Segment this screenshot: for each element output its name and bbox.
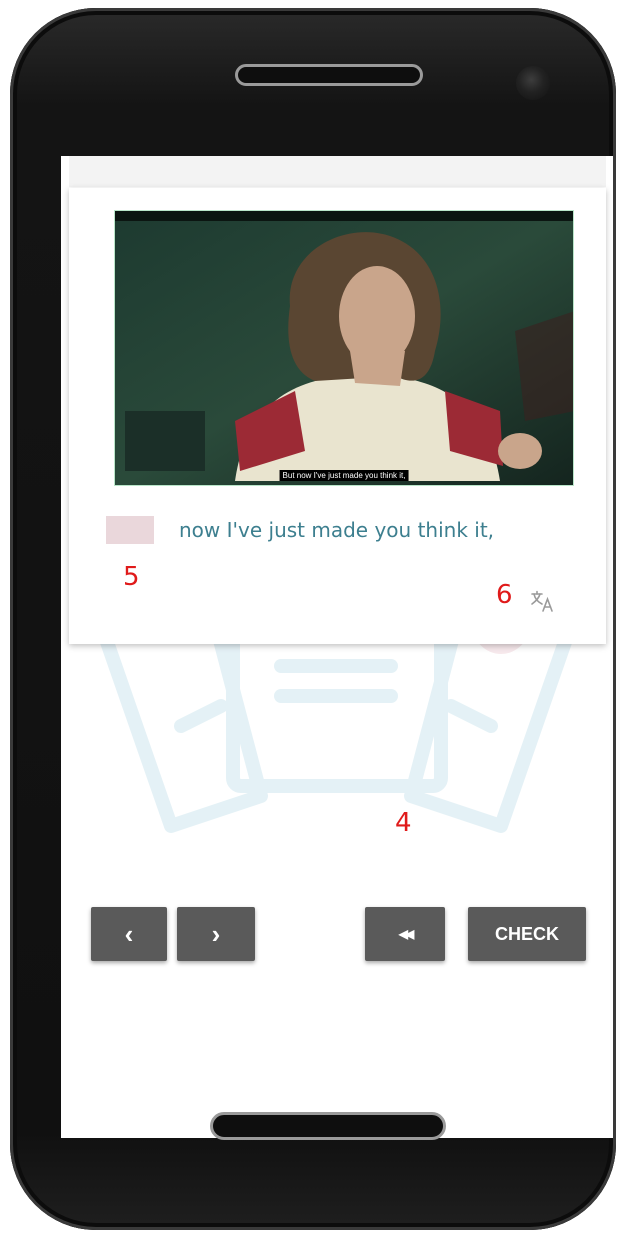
translate-icon[interactable] [529, 588, 555, 614]
rewind-button[interactable]: ◀◀ [365, 907, 445, 961]
annotation-marker-6: 6 [496, 580, 513, 610]
video-frame-image [115, 211, 573, 485]
check-button[interactable]: CHECK [468, 907, 586, 961]
rewind-icon: ◀◀ [398, 927, 415, 941]
home-button[interactable] [210, 1112, 446, 1140]
app-screen: But now I've just made you think it, now… [61, 156, 613, 1138]
chevron-left-icon: ‹ [124, 918, 134, 949]
answer-blank[interactable] [106, 516, 154, 544]
phone-speaker [235, 64, 423, 86]
previous-button[interactable]: ‹ [91, 907, 167, 961]
annotation-marker-4: 4 [395, 808, 412, 838]
top-strip [69, 156, 606, 187]
sentence-text: now I've just made you think it, [179, 518, 495, 542]
exercise-card: But now I've just made you think it, now… [69, 188, 606, 644]
annotation-marker-5: 5 [123, 562, 140, 592]
video-player[interactable]: But now I've just made you think it, [114, 210, 574, 486]
next-button[interactable]: › [177, 907, 255, 961]
front-camera [516, 66, 550, 100]
phone-frame: But now I've just made you think it, now… [10, 8, 616, 1230]
chevron-right-icon: › [211, 918, 221, 949]
video-subtitle: But now I've just made you think it, [279, 470, 409, 481]
